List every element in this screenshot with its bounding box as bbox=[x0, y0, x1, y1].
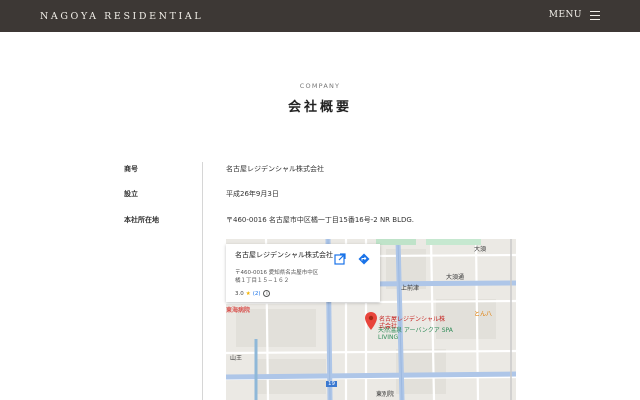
address-line-2: 橘１丁目１５−１６２ bbox=[235, 277, 290, 284]
reviews-link[interactable]: (2) bbox=[253, 291, 261, 297]
row-value: 名古屋レジデンシャル株式会社 bbox=[226, 165, 324, 173]
table-divider bbox=[202, 162, 203, 400]
kamimaezu-label: 上前津 bbox=[401, 285, 420, 292]
route-19-badge: 19 bbox=[326, 381, 337, 387]
menu-button[interactable]: MENU bbox=[549, 10, 600, 20]
row-label: 商号 bbox=[124, 165, 138, 173]
rating-value: 3.0 bbox=[235, 290, 244, 297]
page-title: 会社概要 bbox=[287, 100, 352, 115]
yamaou-label: 山王 bbox=[230, 355, 243, 362]
open-in-new-icon[interactable] bbox=[334, 253, 346, 265]
info-icon[interactable]: i bbox=[263, 290, 271, 297]
hospital-label: 東海病院 bbox=[226, 307, 251, 314]
section-eyebrow: COMPANY bbox=[299, 82, 341, 90]
row-value: 〒460-0016 名古屋市中区橘一丁目15番16号-2 NR BLDG. bbox=[226, 216, 415, 224]
place-address: 〒460-0016 愛知県名古屋市中区 橘１丁目１５−１６２ bbox=[235, 270, 335, 285]
star-icon: ★ bbox=[245, 290, 251, 297]
menu-label: MENU bbox=[548, 10, 582, 20]
place-rating: 3.0 ★ (2) i bbox=[235, 290, 271, 297]
row-label: 設立 bbox=[124, 190, 138, 198]
row-value: 平成26年9月3日 bbox=[226, 190, 279, 198]
row-label: 本社所在地 bbox=[124, 216, 159, 224]
place-name[interactable]: 名古屋レジデンシャル株式会社 bbox=[235, 251, 333, 260]
higashibetsuin-label: 東別院 bbox=[376, 391, 395, 398]
site-header: NAGOYA RESIDENTIAL MENU bbox=[0, 0, 640, 32]
map-pin-icon[interactable] bbox=[365, 312, 377, 330]
pin-label: 名古屋レジデンシャル株式会社 bbox=[379, 316, 446, 330]
address-line-1: 〒460-0016 愛知県名古屋市中区 bbox=[235, 270, 319, 276]
ozu-dori-label: 大須通 bbox=[446, 274, 465, 281]
tonhachi-label: とん八 bbox=[474, 311, 493, 318]
site-logo[interactable]: NAGOYA RESIDENTIAL bbox=[40, 11, 203, 22]
ozu-label: 大須 bbox=[474, 246, 487, 253]
map-info-card: 名古屋レジデンシャル株式会社 〒460-0016 愛知県名古屋市中区 橘１丁目１… bbox=[226, 244, 380, 302]
directions-icon[interactable] bbox=[358, 253, 370, 265]
hamburger-icon bbox=[590, 10, 600, 20]
